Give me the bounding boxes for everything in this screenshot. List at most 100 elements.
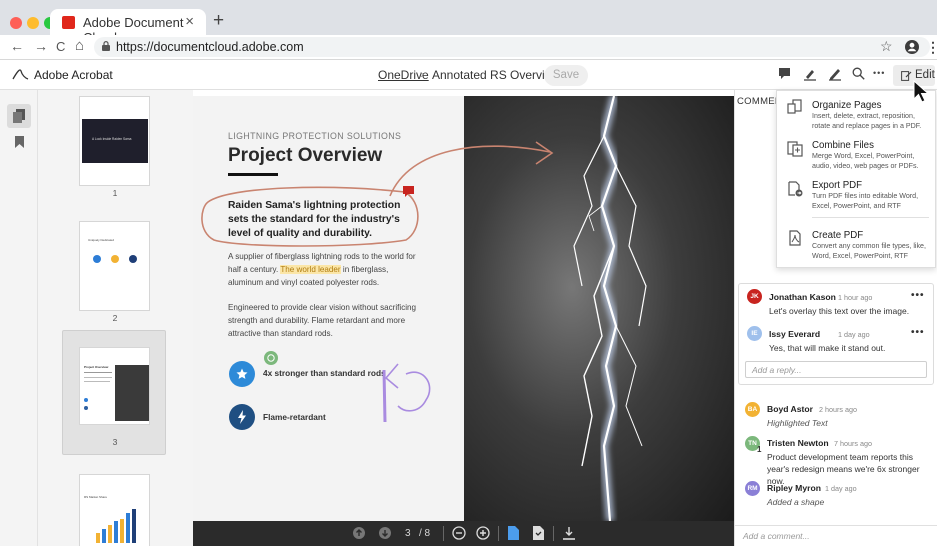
export-pdf-icon [788,181,803,197]
window-close-button[interactable] [10,17,22,29]
activity-time: 7 hours ago [834,439,872,448]
activity-text: Product development team reports this ye… [767,452,920,486]
profile-icon[interactable] [905,40,919,54]
zoom-in-icon[interactable] [476,526,490,540]
comment-more-icon[interactable]: ••• [911,290,925,301]
comment-text: Yes, that will make it stand out. [769,343,886,353]
activity-author: Boyd Astor [767,404,813,414]
next-page-icon[interactable] [379,527,391,539]
add-comment-input[interactable]: Add a comment... [734,525,937,546]
breadcrumb-document: Annotated RS Overview [432,68,561,82]
reply-count-badge: 1 [757,445,762,454]
bookmark-icon[interactable] [15,136,24,148]
avatar: BA [745,402,760,417]
breadcrumb-separator: › [420,67,424,81]
page-thumbnails-button[interactable] [7,104,31,128]
page-thumbnail-4[interactable]: RS Market Share [79,474,150,546]
divider [553,526,554,541]
page-number-2: 2 [112,313,118,323]
activity-text: Highlighted Text [767,418,828,428]
forward-arrow-icon[interactable]: → [34,38,48,54]
home-icon[interactable]: ⌂ [75,37,84,54]
menu-item-desc: Insert, delete, extract, reposition, rot… [812,112,922,130]
organize-pages-icon [787,99,802,114]
pages-icon [13,109,25,123]
avatar: IE [747,326,762,341]
reply-input[interactable]: Add a reply... [745,361,927,378]
activity-time: 2 hours ago [819,405,857,414]
comment-text: Let's overlay this text over the image. [769,306,910,316]
address-bar: ← → C ⌂ https://documentcloud.adobe.com … [0,35,937,60]
thumbnail-3-line [84,381,110,382]
url-input[interactable]: https://documentcloud.adobe.com ☆ [94,37,930,57]
page-navigation-bar: 3 / 8 [193,521,734,546]
window-minimize-button[interactable] [27,17,39,29]
comment-more-icon[interactable]: ••• [911,327,925,338]
app-name: Adobe Acrobat [34,68,113,82]
menu-divider [812,217,929,218]
paragraph-1: A supplier of fiberglass lightning rods … [228,251,418,289]
more-options-icon[interactable]: ••• [873,68,885,78]
browser-tab-bar: Adobe Document Cloud × + [0,0,937,45]
activity-text: Added a shape [767,497,825,507]
save-button[interactable]: Save [544,65,588,86]
bullet-1-text: 4x stronger than standard rods [263,368,386,378]
highlight-tool-icon[interactable] [803,67,817,81]
comment-author: Issy Everard [769,329,821,339]
zoom-out-icon[interactable] [452,526,466,540]
paragraph-2: Engineered to provide clear vision witho… [228,303,417,338]
comment-time: 1 day ago [838,330,870,339]
menu-item-export-pdf[interactable]: Export PDF Turn PDF files into editable … [777,177,937,217]
page-number-3: 3 [112,437,118,447]
thumbnail-2-text: Uniquely Dedicated [88,238,115,242]
menu-item-combine-files[interactable]: Combine Files Merge Word, Excel, PowerPo… [777,137,937,177]
page-view-icon[interactable] [533,526,544,540]
combine-files-icon [787,141,803,157]
page-thumbnail-3[interactable]: Project Overview [79,347,150,425]
menu-item-desc: Merge Word, Excel, PowerPoint, audio, vi… [812,152,919,170]
star-icon [236,368,248,379]
thumbnail-2-dot-1 [93,255,101,263]
download-icon[interactable] [563,526,575,540]
avatar: RM [745,481,760,496]
comment-marker-icon[interactable] [403,186,414,197]
thumbnail-4-chart [96,509,136,543]
back-arrow-icon[interactable]: ← [10,38,24,54]
total-pages: / 8 [419,528,431,539]
activity-time: 1 day ago [825,484,857,493]
page-number-1: 1 [112,188,118,198]
comment-tool-icon[interactable] [778,67,791,81]
menu-item-title: Export PDF [812,180,863,191]
browser-tab[interactable]: Adobe Document Cloud × [50,9,206,45]
app-logo[interactable]: Adobe Acrobat [12,67,113,82]
menu-item-desc: Turn PDF files into editable Word, Excel… [812,192,919,210]
page-thumbnail-2[interactable]: Uniquely Dedicated [79,221,150,311]
thumbnail-3-image [115,365,149,421]
comment-bubble-icon[interactable] [264,351,278,365]
app-toolbar: Adobe Acrobat OneDrive › Annotated RS Ov… [0,61,937,90]
thumbnail-3-text: Project Overview [84,365,109,369]
menu-item-desc: Convert any common file types, like, Wor… [812,242,926,260]
pull-quote: Raiden Sama's lightning protection sets … [228,200,401,239]
thumbnail-3-bullet [84,406,88,410]
fit-page-icon[interactable] [508,526,519,540]
draw-tool-icon[interactable] [828,67,842,81]
bookmark-star-icon[interactable]: ☆ [880,38,893,55]
page-thumbnail-1[interactable]: A Look Inside Raiden Sama [79,96,150,186]
thumbnail-1-text: A Look Inside Raiden Sama [92,137,132,141]
activity-author: Tristen Newton [767,438,829,448]
thumbnail-2-dot-2 [111,255,119,263]
menu-item-create-pdf[interactable]: Create PDF Convert any common file types… [777,227,937,267]
menu-item-title: Combine Files [812,140,874,151]
reload-icon[interactable]: C [56,39,65,54]
current-page-input[interactable]: 3 [405,528,411,539]
new-tab-button[interactable]: + [213,10,224,32]
previous-page-icon[interactable] [353,527,365,539]
browser-menu-icon[interactable]: ⋮ [926,39,937,56]
lock-icon [102,41,110,51]
highlighted-text[interactable]: The world leader [280,264,341,274]
tab-close-icon[interactable]: × [185,13,194,30]
search-icon[interactable] [852,67,865,80]
acrobat-favicon-icon [62,16,75,29]
purple-drawing-annotation[interactable] [376,356,436,426]
